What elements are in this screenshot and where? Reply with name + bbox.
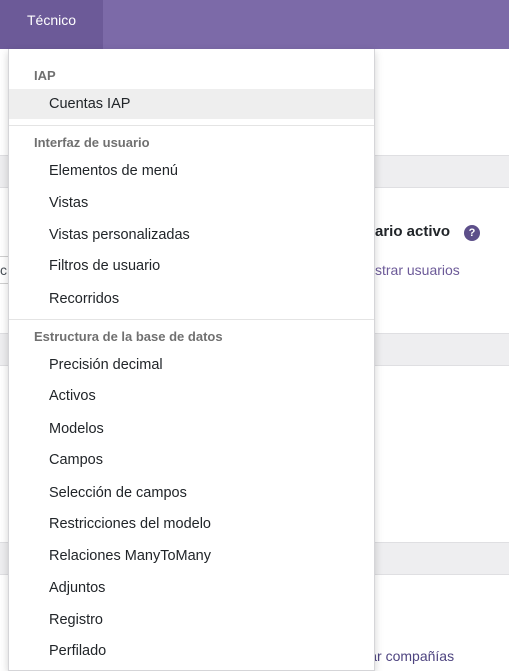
- menu-section-header: Estructura de la base de datos: [34, 329, 223, 344]
- menu-item-vistas-personalizadas[interactable]: Vistas personalizadas: [9, 220, 374, 250]
- question-circle-icon[interactable]: ?: [464, 225, 480, 241]
- menu-item-relaciones-manytomany[interactable]: Relaciones ManyToMany: [9, 541, 374, 571]
- menu-section-header: Interfaz de usuario: [34, 135, 150, 150]
- menu-item-campos[interactable]: Campos: [9, 445, 374, 475]
- tecnico-dropdown-menu: IAP Cuentas IAP Interfaz de usuario Elem…: [8, 49, 375, 671]
- menu-item-modelos[interactable]: Modelos: [9, 414, 374, 444]
- menu-item-precision-decimal[interactable]: Precisión decimal: [9, 350, 374, 380]
- menu-item-filtros-de-usuario[interactable]: Filtros de usuario: [9, 251, 374, 281]
- top-navbar: Técnico: [0, 0, 509, 49]
- menu-item-registro[interactable]: Registro: [9, 605, 374, 635]
- menu-item-restricciones-del-modelo[interactable]: Restricciones del modelo: [9, 509, 374, 539]
- menu-item-perfilado[interactable]: Perfilado: [9, 636, 374, 666]
- menu-section-header: IAP: [34, 68, 56, 83]
- menu-item-recorridos[interactable]: Recorridos: [9, 284, 374, 314]
- menu-divider: [9, 125, 374, 126]
- menu-item-vistas[interactable]: Vistas: [9, 188, 374, 218]
- menu-item-adjuntos[interactable]: Adjuntos: [9, 573, 374, 603]
- menu-item-activos[interactable]: Activos: [9, 381, 374, 411]
- menu-item-seleccion-de-campos[interactable]: Selección de campos: [9, 478, 374, 508]
- setting-heading: ario activo: [375, 223, 451, 240]
- menu-item-cuentas-iap[interactable]: Cuentas IAP: [9, 89, 374, 119]
- manage-users-link[interactable]: strar usuarios: [375, 262, 460, 278]
- menu-item-elementos-de-menu[interactable]: Elementos de menú: [9, 156, 374, 186]
- menu-divider: [9, 319, 374, 320]
- menu-tecnico[interactable]: Técnico: [0, 0, 103, 49]
